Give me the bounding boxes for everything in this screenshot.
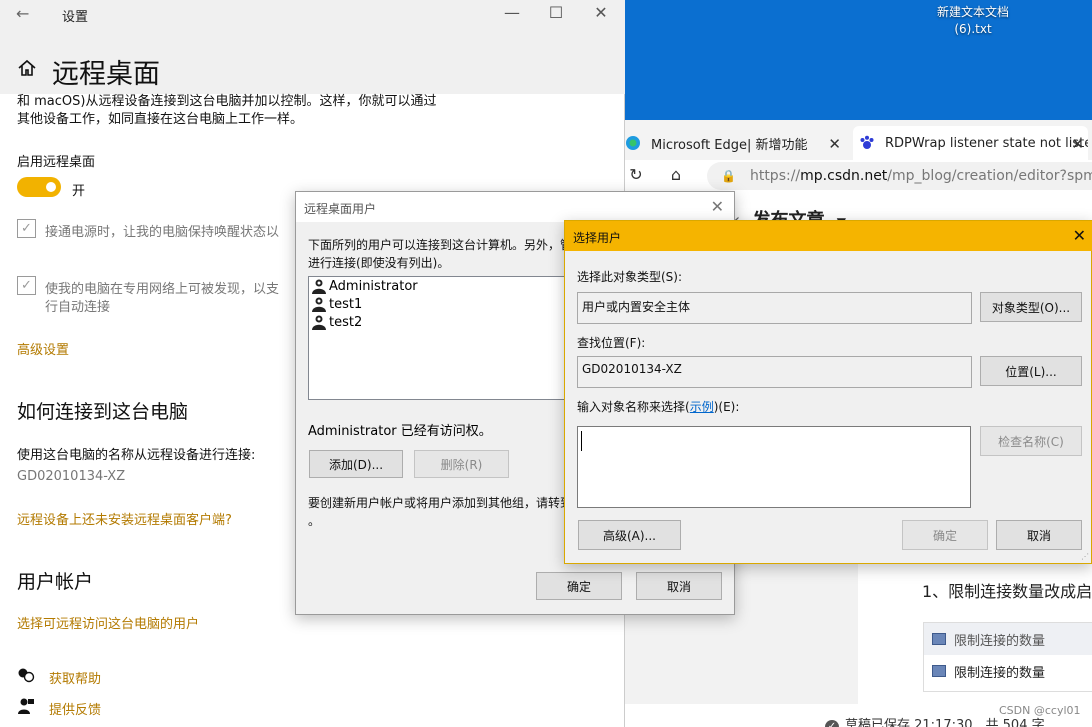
advanced-settings-link[interactable]: 高级设置 bbox=[17, 339, 69, 358]
user-icon bbox=[312, 297, 326, 312]
back-arrow-icon[interactable]: ← bbox=[16, 4, 29, 23]
url-path: /mp_blog/creation/editor?spm=101 bbox=[887, 168, 1092, 184]
access-note: Administrator 已经有访问权。 bbox=[308, 424, 492, 439]
toggle-state-label: 开 bbox=[72, 184, 86, 199]
desktop-background: 新建文本文档 (6).txt bbox=[625, 0, 1092, 120]
policy-row: 限制连接的数量 bbox=[924, 655, 1092, 687]
cancel-button[interactable]: 取消 bbox=[636, 572, 722, 600]
user-name: Administrator bbox=[329, 278, 418, 294]
object-types-button[interactable]: 对象类型(O)... bbox=[980, 292, 1082, 322]
policy-row-label: 限制连接的数量 bbox=[954, 633, 1046, 649]
browser-navbar: ↻ ⌂ 🔒 https://mp.csdn.net/mp_blog/creati… bbox=[625, 160, 1092, 190]
dialog-titlebar: 远程桌面用户 ✕ bbox=[296, 192, 734, 222]
desktop-file-label[interactable]: 新建文本文档 (6).txt bbox=[925, 4, 1021, 38]
feedback-icon bbox=[18, 698, 34, 714]
discoverable-checkbox[interactable]: ✓ bbox=[17, 276, 36, 295]
text-caret bbox=[581, 431, 582, 451]
dialog-title: 远程桌面用户 bbox=[304, 202, 377, 216]
select-users-link[interactable]: 选择可远程访问这台电脑的用户 bbox=[17, 613, 199, 632]
desktop-file-label-line1: 新建文本文档 bbox=[936, 5, 1009, 19]
location-label: 查找位置(F): bbox=[577, 336, 646, 350]
policy-icon bbox=[932, 633, 946, 645]
settings-header: 远程桌面 bbox=[0, 28, 625, 94]
close-icon[interactable]: ✕ bbox=[1073, 226, 1086, 245]
home-icon bbox=[18, 59, 36, 76]
object-type-field: 用户或内置安全主体 bbox=[577, 292, 972, 324]
article-step-text: 1、限制连接数量改成启用 bbox=[922, 582, 1092, 601]
close-icon[interactable]: ✕ bbox=[592, 4, 610, 22]
check-names-button[interactable]: 检查名称(C) bbox=[980, 426, 1082, 456]
enter-label-pre: 输入对象名称来选择( bbox=[577, 400, 690, 414]
check-circle-icon: ✓ bbox=[825, 720, 839, 727]
cancel-button[interactable]: 取消 bbox=[996, 520, 1082, 550]
user-name: test2 bbox=[329, 314, 363, 330]
settings-titlebar: ← 设置 — ☐ ✕ bbox=[0, 0, 625, 28]
maximize-icon[interactable]: ☐ bbox=[547, 4, 565, 22]
toggle-knob bbox=[46, 182, 56, 192]
user-icon bbox=[312, 315, 326, 330]
baidu-paw-icon bbox=[860, 135, 874, 149]
object-type-label: 选择此对象类型(S): bbox=[577, 270, 683, 284]
enable-remote-desktop-label: 启用远程桌面 bbox=[17, 155, 96, 170]
desktop-file-label-line2: (6).txt bbox=[954, 22, 992, 36]
policy-icon bbox=[932, 665, 946, 677]
pc-name: GD02010134-XZ bbox=[17, 469, 126, 484]
ok-button[interactable]: 确定 bbox=[902, 520, 988, 550]
add-user-button[interactable]: 添加(D)... bbox=[309, 450, 403, 478]
edge-icon bbox=[626, 136, 640, 150]
policy-row-label: 限制连接的数量 bbox=[954, 665, 1046, 681]
dialog-titlebar: 选择用户 ✕ bbox=[565, 221, 1092, 251]
intro-text-line1: 和 macOS)从远程设备连接到这台电脑并加以控制。这样，你就可以通过 bbox=[17, 94, 437, 109]
window-title: 设置 bbox=[62, 10, 89, 25]
minimize-icon[interactable]: — bbox=[503, 4, 521, 22]
lock-icon: 🔒 bbox=[721, 169, 736, 183]
page-title: 远程桌面 bbox=[52, 59, 160, 90]
user-name: test1 bbox=[329, 296, 363, 312]
enter-label-post: )(E): bbox=[713, 400, 740, 414]
keep-awake-checkbox[interactable]: ✓ bbox=[17, 219, 36, 238]
url-scheme: https:// bbox=[749, 168, 801, 184]
client-not-installed-link[interactable]: 远程设备上还未安装远程桌面客户端? bbox=[17, 509, 232, 528]
home-icon[interactable]: ⌂ bbox=[667, 166, 685, 184]
help-icon bbox=[18, 668, 35, 683]
connect-description: 使用这台电脑的名称从远程设备进行连接: bbox=[17, 448, 256, 463]
locations-button[interactable]: 位置(L)... bbox=[980, 356, 1082, 386]
draft-status-text: 草稿已保存 21:17:30 共 504 字 bbox=[845, 718, 1045, 727]
user-accounts-heading: 用户帐户 bbox=[17, 571, 94, 593]
remove-user-button[interactable]: 删除(R) bbox=[414, 450, 509, 478]
keep-awake-label: 接通电源时，让我的电脑保持唤醒状态以 bbox=[45, 225, 280, 240]
intro-text-line2: 其他设备工作，如同直接在这台电脑上工作一样。 bbox=[17, 112, 304, 127]
discoverable-label-line2: 行自动连接 bbox=[45, 300, 111, 315]
address-bar[interactable]: 🔒 https://mp.csdn.net/mp_blog/creation/e… bbox=[707, 162, 1092, 190]
policy-row: 限制连接的数量 bbox=[924, 623, 1092, 655]
browser-tab-edge[interactable]: Microsoft Edge| 新增功能 ✕ bbox=[625, 126, 845, 160]
browser-tab-title: Microsoft Edge| 新增功能 bbox=[651, 137, 808, 153]
remote-desktop-toggle[interactable] bbox=[17, 177, 61, 197]
advanced-button[interactable]: 高级(A)... bbox=[578, 520, 681, 550]
location-field: GD02010134-XZ bbox=[577, 356, 972, 388]
close-icon[interactable]: ✕ bbox=[711, 197, 724, 216]
refresh-icon[interactable]: ↻ bbox=[627, 166, 645, 184]
get-help-link[interactable]: 获取帮助 bbox=[49, 668, 101, 687]
select-users-dialog: 选择用户 ✕ 选择此对象类型(S): 用户或内置安全主体 对象类型(O)... … bbox=[564, 220, 1092, 564]
ok-button[interactable]: 确定 bbox=[536, 572, 622, 600]
discoverable-label-line1: 使我的电脑在专用网络上可被发现，以支 bbox=[45, 282, 280, 297]
browser-tab-title: RDPWrap listener state not listen bbox=[885, 135, 1088, 151]
enter-object-names-label: 输入对象名称来选择(示例)(E): bbox=[577, 398, 739, 415]
policy-screenshot: 限制连接的数量 限制连接的数量 bbox=[923, 622, 1092, 692]
browser-tabstrip: Microsoft Edge| 新增功能 ✕ RDPWrap listener … bbox=[625, 120, 1092, 160]
examples-link[interactable]: 示例 bbox=[690, 400, 714, 414]
resize-grip-icon[interactable]: ⋰ bbox=[1081, 552, 1089, 561]
url-host: mp.csdn.net bbox=[800, 168, 888, 184]
browser-tab-rdpwrap[interactable]: RDPWrap listener state not listen ✕ bbox=[853, 126, 1088, 160]
dialog-title: 选择用户 bbox=[573, 231, 622, 245]
connect-heading: 如何连接到这台电脑 bbox=[17, 401, 189, 423]
close-icon[interactable]: ✕ bbox=[1071, 135, 1084, 153]
draft-status: ✓ 草稿已保存 21:17:30 共 504 字 bbox=[825, 714, 1045, 727]
object-names-input[interactable] bbox=[577, 426, 971, 508]
feedback-link[interactable]: 提供反馈 bbox=[49, 699, 101, 718]
close-icon[interactable]: ✕ bbox=[828, 135, 841, 153]
user-icon bbox=[312, 279, 326, 294]
